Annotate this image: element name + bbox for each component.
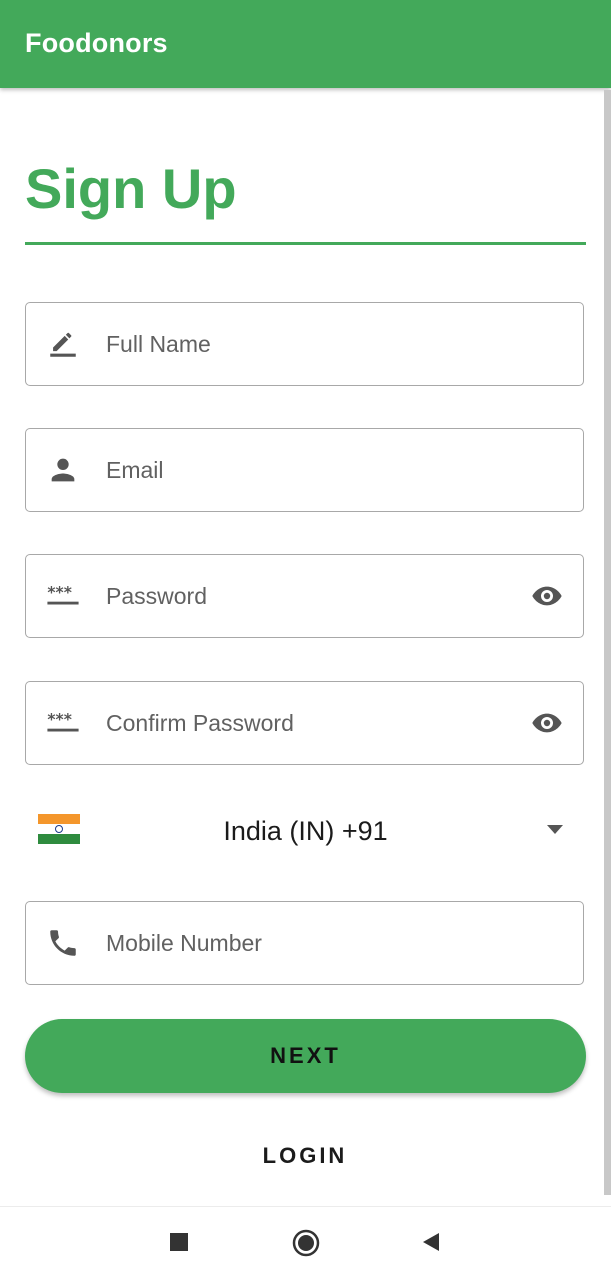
recents-icon[interactable] <box>168 1231 190 1253</box>
mobile-number-label: Mobile Number <box>106 930 262 956</box>
password-field[interactable]: *** Password <box>25 554 584 638</box>
home-icon[interactable] <box>292 1229 320 1257</box>
eye-icon[interactable] <box>529 580 565 612</box>
dropdown-arrow-icon[interactable] <box>545 824 565 836</box>
app-bar: Foodonors <box>0 0 611 88</box>
email-label: Email <box>106 457 164 483</box>
country-code-picker[interactable]: India (IN) +91 <box>25 796 586 866</box>
person-icon <box>51 458 75 482</box>
system-nav-bar <box>0 1206 611 1281</box>
app-title: Foodonors <box>25 28 168 58</box>
edit-icon <box>50 332 76 357</box>
password-icon: *** <box>47 710 79 732</box>
eye-icon[interactable] <box>529 707 565 739</box>
full-name-field[interactable]: Full Name <box>25 302 584 386</box>
confirm-password-field[interactable]: *** Confirm Password <box>25 681 584 765</box>
confirm-password-label: Confirm Password <box>106 710 294 736</box>
back-icon[interactable] <box>420 1231 442 1253</box>
svg-text:***: *** <box>47 583 71 601</box>
password-label: Password <box>106 583 207 609</box>
login-button[interactable]: LOGIN <box>205 1134 405 1178</box>
scrollbar[interactable] <box>604 90 611 1195</box>
mobile-number-field[interactable]: Mobile Number <box>25 901 584 985</box>
page-title: Sign Up <box>25 157 237 220</box>
svg-text:***: *** <box>47 710 71 728</box>
heading-divider <box>25 242 586 245</box>
password-icon: *** <box>47 583 79 605</box>
email-field[interactable]: Email <box>25 428 584 512</box>
country-code-label: India (IN) +91 <box>223 816 388 846</box>
phone-icon <box>50 930 76 956</box>
full-name-label: Full Name <box>106 331 211 357</box>
next-button[interactable]: NEXT <box>25 1019 586 1093</box>
